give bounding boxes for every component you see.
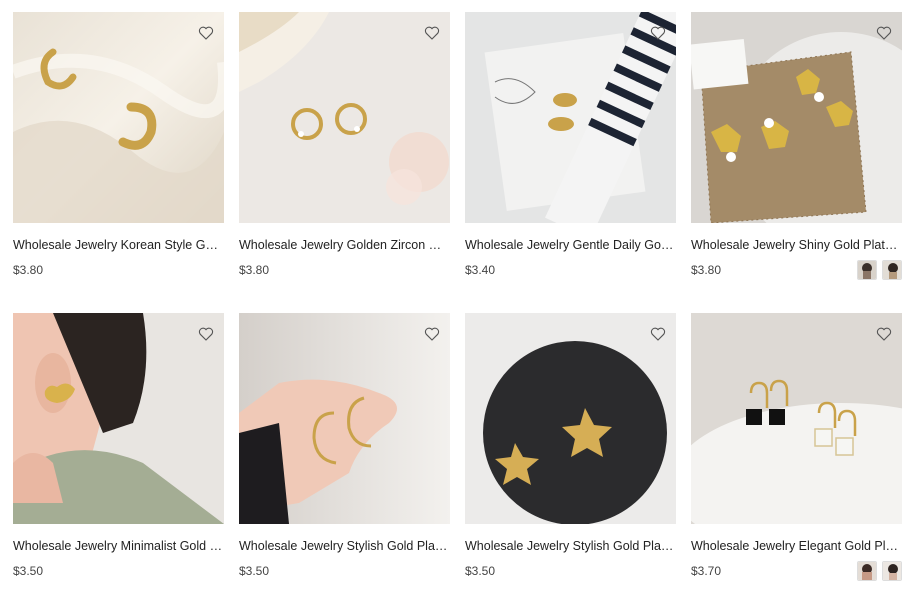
product-image[interactable]: [691, 313, 902, 524]
product-title[interactable]: Wholesale Jewelry Gentle Daily Gold Leaf…: [465, 237, 676, 253]
product-photo: [239, 313, 450, 524]
product-card[interactable]: Wholesale Jewelry Shiny Gold Plated Hear…: [691, 12, 902, 313]
product-card[interactable]: Wholesale Jewelry Stylish Gold Plated St…: [465, 313, 676, 614]
product-image[interactable]: [691, 12, 902, 223]
product-title[interactable]: Wholesale Jewelry Stylish Gold Plated Mo…: [239, 538, 450, 554]
product-price: $3.70: [691, 564, 722, 578]
product-title[interactable]: Wholesale Jewelry Elegant Gold Plated Sq…: [691, 538, 902, 554]
price-row: $3.80: [691, 259, 902, 281]
product-title[interactable]: Wholesale Jewelry Minimalist Gold Heart …: [13, 538, 224, 554]
product-photo: [239, 12, 450, 223]
product-image[interactable]: [465, 313, 676, 524]
favorite-heart-icon[interactable]: [424, 25, 440, 41]
variant-swatch[interactable]: [857, 260, 877, 280]
product-price: $3.80: [239, 263, 270, 277]
product-photo: [13, 12, 224, 223]
variant-swatch[interactable]: [882, 561, 902, 581]
product-price: $3.50: [13, 564, 44, 578]
favorite-heart-icon[interactable]: [198, 326, 214, 342]
product-title[interactable]: Wholesale Jewelry Korean Style Gold Plat…: [13, 237, 224, 253]
price-row: $3.50: [13, 560, 224, 582]
product-image[interactable]: [239, 12, 450, 223]
price-row: $3.50: [465, 560, 676, 582]
product-price: $3.50: [239, 564, 270, 578]
product-photo: [13, 313, 224, 524]
product-title[interactable]: Wholesale Jewelry Shiny Gold Plated Hear…: [691, 237, 902, 253]
favorite-heart-icon[interactable]: [650, 25, 666, 41]
product-card[interactable]: Wholesale Jewelry Golden Zircon Crystal …: [239, 12, 450, 313]
product-image[interactable]: [13, 12, 224, 223]
product-photo: [465, 313, 676, 524]
product-photo: [465, 12, 676, 223]
product-title[interactable]: Wholesale Jewelry Stylish Gold Plated St…: [465, 538, 676, 554]
favorite-heart-icon[interactable]: [876, 326, 892, 342]
product-photo: [691, 313, 902, 524]
product-card[interactable]: Wholesale Jewelry Korean Style Gold Plat…: [13, 12, 224, 313]
product-card[interactable]: Wholesale Jewelry Elegant Gold Plated Sq…: [691, 313, 902, 614]
product-card[interactable]: Wholesale Jewelry Gentle Daily Gold Leaf…: [465, 12, 676, 313]
product-image[interactable]: [465, 12, 676, 223]
product-grid: Wholesale Jewelry Korean Style Gold Plat…: [13, 12, 903, 614]
product-image[interactable]: [239, 313, 450, 524]
variant-swatches: [857, 561, 902, 581]
favorite-heart-icon[interactable]: [198, 25, 214, 41]
variant-swatch[interactable]: [857, 561, 877, 581]
product-photo: [691, 12, 902, 223]
price-row: $3.50: [239, 560, 450, 582]
favorite-heart-icon[interactable]: [650, 326, 666, 342]
variant-swatches: [857, 260, 902, 280]
product-card[interactable]: Wholesale Jewelry Stylish Gold Plated Mo…: [239, 313, 450, 614]
price-row: $3.40: [465, 259, 676, 281]
price-row: $3.70: [691, 560, 902, 582]
product-price: $3.80: [13, 263, 44, 277]
product-price: $3.50: [465, 564, 496, 578]
favorite-heart-icon[interactable]: [876, 25, 892, 41]
product-card[interactable]: Wholesale Jewelry Minimalist Gold Heart …: [13, 313, 224, 614]
price-row: $3.80: [239, 259, 450, 281]
product-price: $3.40: [465, 263, 496, 277]
price-row: $3.80: [13, 259, 224, 281]
variant-swatch[interactable]: [882, 260, 902, 280]
product-price: $3.80: [691, 263, 722, 277]
product-image[interactable]: [13, 313, 224, 524]
product-title[interactable]: Wholesale Jewelry Golden Zircon Crystal …: [239, 237, 450, 253]
favorite-heart-icon[interactable]: [424, 326, 440, 342]
